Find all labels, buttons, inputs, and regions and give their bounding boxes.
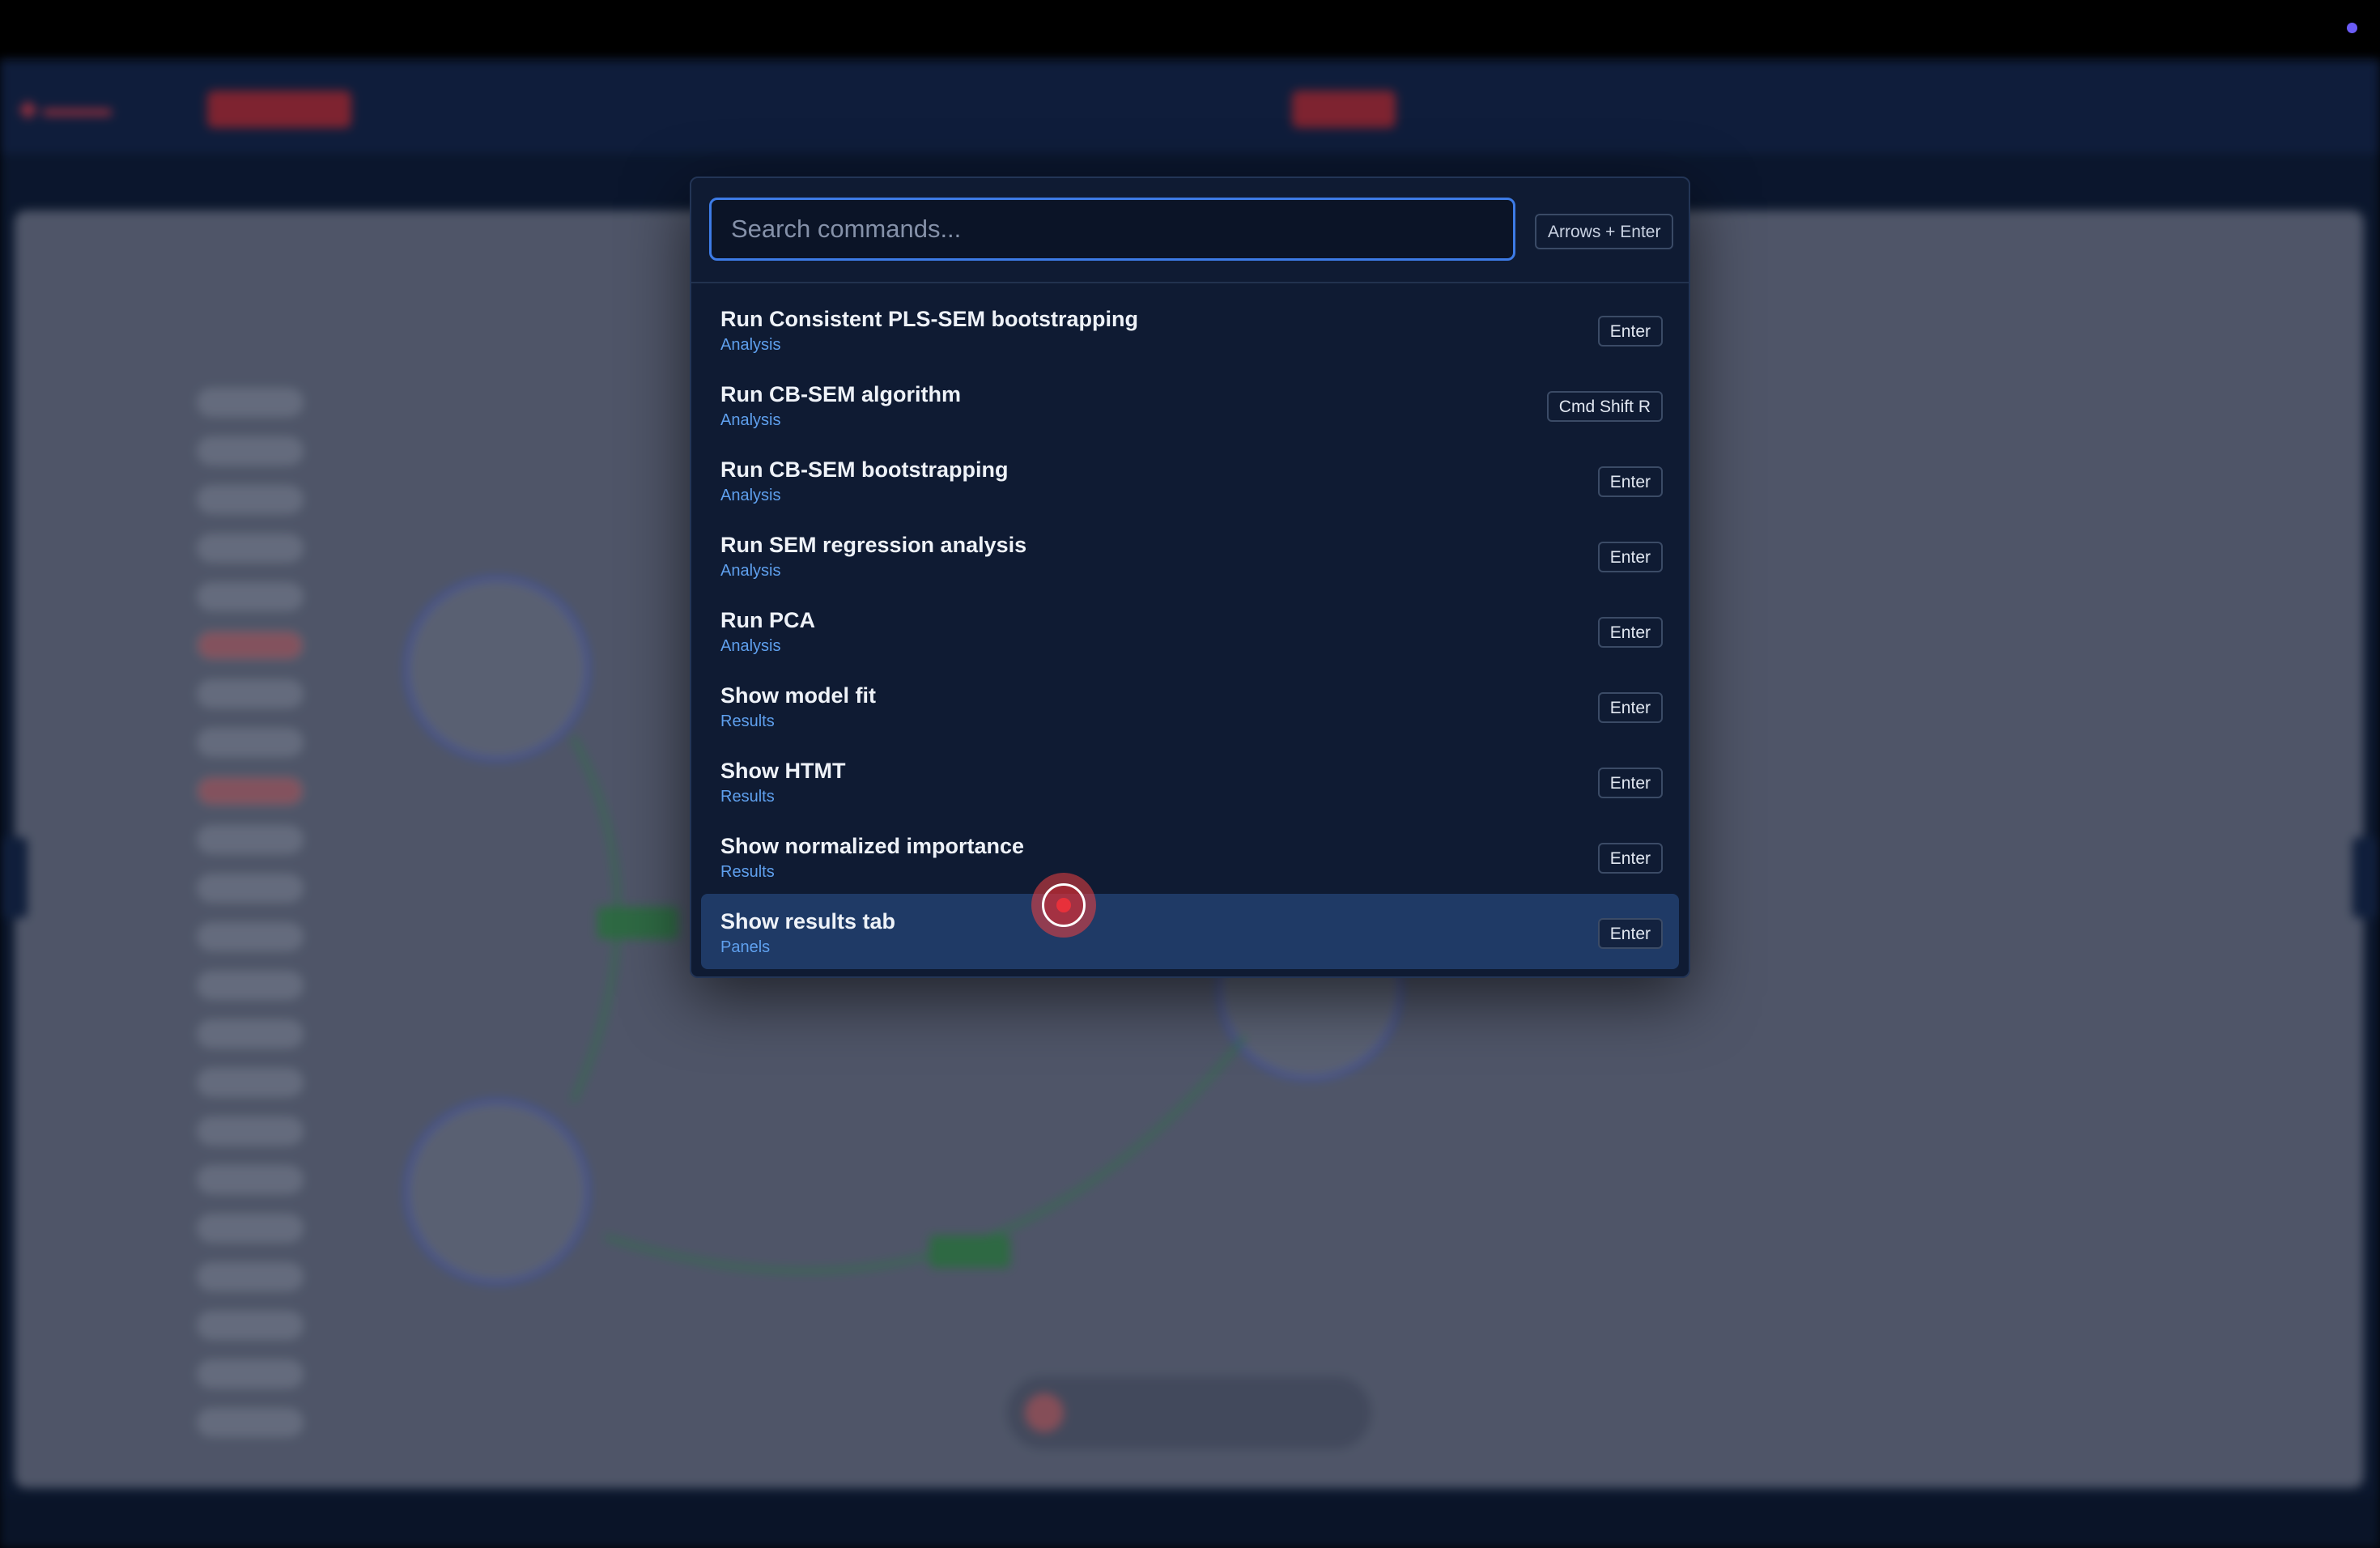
command-item-show-normalized-importance[interactable]: Show normalized importance Results Enter bbox=[701, 819, 1679, 894]
command-category: Analysis bbox=[720, 562, 781, 580]
command-title: Run CB-SEM algorithm bbox=[720, 382, 961, 406]
command-item-show-model-fit[interactable]: Show model fit Results Enter bbox=[701, 668, 1679, 743]
click-cursor-icon bbox=[1031, 873, 1096, 938]
shortcut-badge: Enter bbox=[1597, 617, 1663, 648]
command-palette: Arrows + Enter Run Consistent PLS-SEM bo… bbox=[690, 176, 1690, 978]
shortcut-badge: Cmd Shift R bbox=[1546, 391, 1663, 422]
command-item-show-results-tab[interactable]: Show results tab Panels Enter bbox=[701, 894, 1679, 969]
command-title: Run Consistent PLS-SEM bootstrapping bbox=[720, 307, 1138, 331]
command-item-show-htmt[interactable]: Show HTMT Results Enter bbox=[701, 743, 1679, 819]
search-row: Arrows + Enter bbox=[691, 178, 1689, 283]
command-title: Show results tab bbox=[720, 909, 896, 933]
command-title: Show model fit bbox=[720, 683, 876, 708]
shortcut-badge: Enter bbox=[1597, 918, 1663, 949]
cursor-dot bbox=[1056, 898, 1071, 912]
command-category: Results bbox=[720, 863, 775, 881]
shortcut-badge: Enter bbox=[1597, 843, 1663, 874]
shortcut-badge: Enter bbox=[1597, 768, 1663, 798]
top-bar bbox=[0, 0, 2380, 60]
command-title: Show HTMT bbox=[720, 759, 846, 783]
command-category: Analysis bbox=[720, 637, 781, 655]
command-category: Panels bbox=[720, 938, 771, 956]
command-item-run-cb-sem-algorithm[interactable]: Run CB-SEM algorithm Analysis Cmd Shift … bbox=[701, 367, 1679, 442]
command-item-run-cb-sem-bootstrapping[interactable]: Run CB-SEM bootstrapping Analysis Enter bbox=[701, 442, 1679, 517]
shortcut-badge: Enter bbox=[1597, 466, 1663, 497]
command-title: Show normalized importance bbox=[720, 834, 1025, 858]
command-category: Results bbox=[720, 788, 775, 806]
command-category: Analysis bbox=[720, 336, 781, 354]
status-dot-icon bbox=[2347, 23, 2357, 33]
command-list: Run Consistent PLS-SEM bootstrapping Ana… bbox=[701, 291, 1679, 969]
command-item-run-pca[interactable]: Run PCA Analysis Enter bbox=[701, 593, 1679, 668]
command-category: Results bbox=[720, 712, 775, 730]
command-item-run-sem-regression-analysis[interactable]: Run SEM regression analysis Analysis Ent… bbox=[701, 517, 1679, 593]
shortcut-badge: Enter bbox=[1597, 692, 1663, 723]
keyboard-hint-badge: Arrows + Enter bbox=[1535, 214, 1674, 249]
command-title: Run SEM regression analysis bbox=[720, 533, 1027, 557]
command-category: Analysis bbox=[720, 487, 781, 504]
command-search-input[interactable] bbox=[709, 198, 1515, 261]
command-item-run-consistent-pls-sem-bootstrapping[interactable]: Run Consistent PLS-SEM bootstrapping Ana… bbox=[701, 291, 1679, 367]
command-title: Run PCA bbox=[720, 608, 815, 632]
shortcut-badge: Enter bbox=[1597, 542, 1663, 572]
command-category: Analysis bbox=[720, 411, 781, 429]
command-title: Run CB-SEM bootstrapping bbox=[720, 457, 1009, 482]
shortcut-badge: Enter bbox=[1597, 316, 1663, 347]
